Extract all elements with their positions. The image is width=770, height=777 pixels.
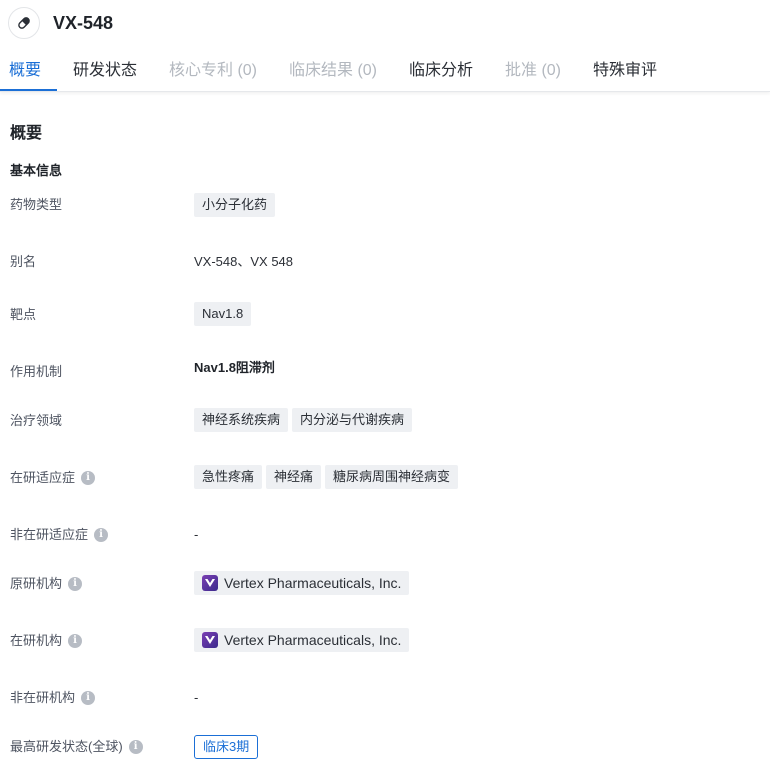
- pill-icon: [8, 7, 40, 39]
- indication-tag[interactable]: 急性疼痛: [194, 465, 263, 489]
- tab-core-patents[interactable]: 核心专利 (0): [169, 48, 257, 92]
- info-icon[interactable]: i: [68, 577, 83, 591]
- target-label: 靶点: [10, 307, 37, 322]
- drug-header: VX-548: [0, 0, 770, 48]
- target-tags: Nav1.8: [194, 302, 252, 326]
- drug-title: VX-548: [53, 13, 114, 33]
- target-tag[interactable]: Nav1.8: [194, 302, 252, 326]
- aliases-value: VX-548、VX 548: [194, 254, 294, 269]
- active-indications-tags: 急性疼痛 神经痛 糖尿病周围神经病变: [194, 465, 459, 489]
- active-tab-indicator: [0, 89, 57, 91]
- active-org-label: 在研机构 i: [10, 633, 83, 649]
- info-icon[interactable]: i: [81, 691, 96, 705]
- tab-bar: 概要 研发状态 核心专利 (0) 临床结果 (0) 临床分析 批准 (0) 特殊…: [0, 48, 770, 92]
- active-indications-label: 在研适应症 i: [10, 470, 96, 486]
- inactive-org-label: 非在研机构 i: [10, 690, 96, 706]
- section-title-overview: 概要: [10, 125, 43, 142]
- aliases-label: 别名: [10, 254, 37, 269]
- inactive-indications-value: -: [194, 527, 199, 542]
- highest-phase-label: 最高研发状态(全球) i: [10, 739, 143, 755]
- drug-type-tags: 小分子化药: [194, 193, 276, 217]
- info-icon[interactable]: i: [128, 740, 143, 754]
- tab-special-review[interactable]: 特殊审评: [593, 48, 657, 92]
- indication-tag[interactable]: 神经痛: [266, 465, 322, 489]
- active-org-name: Vertex Pharmaceuticals, Inc.: [224, 632, 402, 648]
- active-org-tag[interactable]: Vertex Pharmaceuticals, Inc.: [194, 628, 410, 652]
- originator-org-tag[interactable]: Vertex Pharmaceuticals, Inc.: [194, 571, 410, 595]
- info-icon[interactable]: i: [94, 528, 109, 542]
- highest-phase-badge[interactable]: 临床3期: [194, 735, 259, 759]
- drug-type-tag[interactable]: 小分子化药: [194, 193, 276, 217]
- indication-tag[interactable]: 糖尿病周围神经病变: [325, 465, 459, 489]
- tab-approval[interactable]: 批准 (0): [505, 48, 561, 92]
- tab-clinical-results[interactable]: 临床结果 (0): [289, 48, 377, 92]
- subsection-title-basic-info: 基本信息: [10, 163, 63, 178]
- info-icon[interactable]: i: [81, 471, 96, 485]
- vertex-logo-icon: [202, 575, 218, 591]
- therapeutic-area-tag[interactable]: 神经系统疾病: [194, 408, 289, 432]
- mechanism-value[interactable]: Nav1.8阻滞剂: [194, 360, 275, 376]
- drug-type-label: 药物类型: [10, 197, 63, 212]
- inactive-org-value: -: [194, 690, 199, 705]
- tab-overview[interactable]: 概要: [9, 48, 41, 92]
- tab-clinical-analysis[interactable]: 临床分析: [409, 48, 473, 92]
- vertex-logo-icon: [202, 632, 218, 648]
- mechanism-label: 作用机制: [10, 364, 63, 379]
- therapeutic-area-tag[interactable]: 内分泌与代谢疾病: [292, 408, 413, 432]
- tab-rd-status[interactable]: 研发状态: [73, 48, 137, 92]
- info-icon[interactable]: i: [68, 634, 83, 648]
- therapeutic-area-label: 治疗领域: [10, 413, 63, 428]
- originator-label: 原研机构 i: [10, 576, 83, 592]
- inactive-indications-label: 非在研适应症 i: [10, 527, 109, 543]
- originator-org-name: Vertex Pharmaceuticals, Inc.: [224, 575, 402, 591]
- therapeutic-area-tags: 神经系统疾病 内分泌与代谢疾病: [194, 408, 413, 432]
